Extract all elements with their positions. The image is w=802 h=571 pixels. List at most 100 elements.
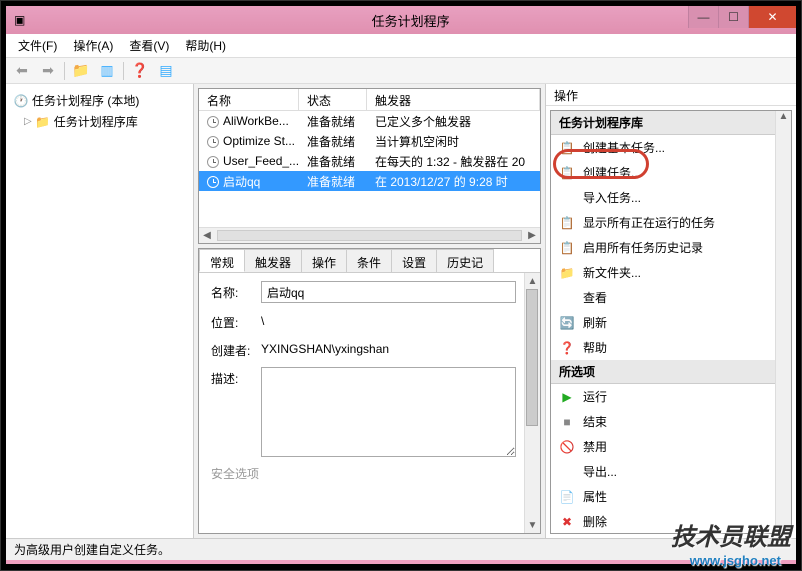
detail-pane: 常规 触发器 操作 条件 设置 历史记 名称: 位置: \ [198, 248, 541, 534]
name-input[interactable] [261, 281, 516, 303]
action-item[interactable]: 导出... [551, 459, 791, 484]
actions-body: 任务计划程序库 ▴ 📋 创建基本任务... 📋创建任务... 导入任务... 📋显示所有… [550, 110, 792, 534]
scrollbar-v[interactable]: ▲ [775, 111, 791, 533]
action-icon [559, 290, 575, 306]
menu-action[interactable]: 操作(A) [67, 35, 119, 56]
action-item[interactable]: ▶运行 [551, 384, 791, 409]
scroll-thumb[interactable] [217, 230, 522, 241]
folder-icon: 📁 [36, 115, 50, 129]
action-item[interactable]: 🚫 禁用 [551, 434, 791, 459]
form: 名称: 位置: \ 创建者: YXINGSHAN\yxingshan 描述: [199, 273, 540, 498]
action-icon: 📋 [559, 240, 575, 256]
actions-header: 操作 [546, 84, 796, 106]
close-button[interactable]: ✕ [748, 6, 796, 28]
scrollbar-v[interactable]: ▲ ▼ [524, 273, 540, 533]
action-icon: 🚫 [559, 439, 575, 455]
desc-input[interactable] [261, 367, 516, 457]
action-label: 结束 [583, 413, 607, 430]
statusbar: 为高级用户创建自定义任务。 [6, 538, 796, 560]
col-status[interactable]: 状态 [299, 89, 367, 110]
label-desc: 描述: [211, 367, 261, 387]
action-item[interactable]: 📁 新文件夹... [551, 260, 791, 285]
scroll-right-icon[interactable]: ▶ [524, 228, 540, 243]
author-value: YXINGSHAN\yxingshan [261, 339, 389, 356]
action-item[interactable]: ❓ 帮助 [551, 335, 791, 360]
col-trigger[interactable]: 触发器 [367, 89, 540, 110]
action-label: 运行 [583, 388, 607, 405]
action-icon: 📋 [559, 215, 575, 231]
action-item[interactable]: 📋创建任务... [551, 160, 791, 185]
section-selected: 所选项 ▴ [551, 360, 791, 384]
panel2-icon[interactable]: ▤ [154, 60, 178, 82]
action-icon: ❓ [559, 340, 575, 356]
scroll-down-icon[interactable]: ▼ [525, 517, 540, 533]
table-row[interactable]: User_Feed_... 准备就绪 在每天的 1:32 - 触发器在 20 [199, 151, 540, 171]
scroll-up-icon[interactable]: ▲ [525, 273, 540, 289]
action-icon [559, 464, 575, 480]
action-icon: 📋 [559, 140, 575, 156]
action-item[interactable]: 查看▶ [551, 285, 791, 310]
back-button[interactable]: ⬅ [10, 60, 34, 82]
action-label: 启用所有任务历史记录 [583, 239, 703, 256]
panel-icon[interactable]: ▥ [95, 60, 119, 82]
expand-icon[interactable]: ▷ [24, 116, 32, 127]
table-row-selected[interactable]: 启动qq 准备就绪 在 2013/12/27 的 9:28 时 [199, 171, 540, 191]
menu-help[interactable]: 帮助(H) [179, 35, 232, 56]
table-row[interactable]: AliWorkBe... 准备就绪 已定义多个触发器 [199, 111, 540, 131]
tree-root[interactable]: 🕐 任务计划程序 (本地) [10, 90, 189, 111]
toolbar: ⬅ ➡ 📁 ▥ ❓ ▤ [6, 58, 796, 84]
tree-pane: 🕐 任务计划程序 (本地) ▷ 📁 任务计划程序库 [6, 84, 194, 538]
action-icon [559, 190, 575, 206]
action-item[interactable]: 🔄刷新 [551, 310, 791, 335]
action-item[interactable]: 📄属性 [551, 484, 791, 509]
action-label: 导出... [583, 463, 617, 480]
tab-actions[interactable]: 操作 [301, 249, 347, 272]
section-library: 任务计划程序库 ▴ [551, 111, 791, 135]
action-item[interactable]: ■ 结束 [551, 409, 791, 434]
up-icon[interactable]: 📁 [69, 60, 93, 82]
col-name[interactable]: 名称 [199, 89, 299, 110]
clock-icon [207, 176, 219, 188]
action-item[interactable]: 📋 启用所有任务历史记录 [551, 235, 791, 260]
action-label: 创建基本任务... [583, 139, 665, 156]
action-icon: ■ [559, 414, 575, 430]
list-header: 名称 状态 触发器 [199, 89, 540, 111]
minimize-button[interactable]: — [688, 6, 718, 28]
action-icon: ✖ [559, 514, 575, 530]
table-row[interactable]: Optimize St... 准备就绪 当计算机空闲时 [199, 131, 540, 151]
scroll-left-icon[interactable]: ◀ [199, 228, 215, 243]
action-icon: 📁 [559, 265, 575, 281]
scrollbar-h[interactable]: ◀ ▶ [199, 227, 540, 243]
action-item[interactable]: 导入任务... [551, 185, 791, 210]
scroll-up-icon[interactable]: ▲ [776, 111, 791, 127]
label-location: 位置: [211, 311, 261, 331]
maximize-button[interactable]: ☐ [718, 6, 748, 28]
tree-library[interactable]: ▷ 📁 任务计划程序库 [10, 111, 189, 132]
titlebar[interactable]: ▣ 任务计划程序 — ☐ ✕ [6, 6, 796, 34]
tab-general[interactable]: 常规 [199, 249, 245, 272]
label-author: 创建者: [211, 339, 261, 359]
menu-view[interactable]: 查看(V) [123, 35, 175, 56]
action-item[interactable]: 📋 创建基本任务... [551, 135, 791, 160]
tab-settings[interactable]: 设置 [391, 249, 437, 272]
action-item[interactable]: 📋显示所有正在运行的任务 [551, 210, 791, 235]
menu-file[interactable]: 文件(F) [12, 35, 63, 56]
app-icon: ▣ [14, 13, 25, 27]
location-value: \ [261, 311, 264, 328]
action-label: 导入任务... [583, 189, 641, 206]
scroll-thumb[interactable] [526, 289, 538, 426]
action-label: 新文件夹... [583, 264, 641, 281]
action-label: 帮助 [583, 339, 607, 356]
forward-button[interactable]: ➡ [36, 60, 60, 82]
action-label: 刷新 [583, 314, 607, 331]
action-label: 禁用 [583, 438, 607, 455]
help-icon[interactable]: ❓ [128, 60, 152, 82]
action-item[interactable]: ✖删除 [551, 509, 791, 534]
tab-conditions[interactable]: 条件 [346, 249, 392, 272]
menubar: 文件(F) 操作(A) 查看(V) 帮助(H) [6, 34, 796, 58]
tab-history[interactable]: 历史记 [436, 249, 494, 272]
window-title: 任务计划程序 [25, 11, 796, 30]
tab-triggers[interactable]: 触发器 [244, 249, 302, 272]
list-body: AliWorkBe... 准备就绪 已定义多个触发器 Optimize St..… [199, 111, 540, 227]
action-icon: 📋 [559, 165, 575, 181]
